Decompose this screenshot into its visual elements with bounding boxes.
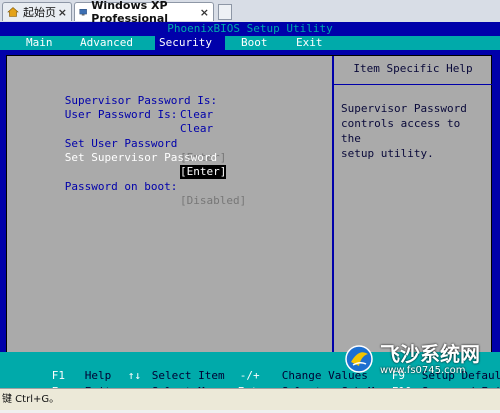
help-header-divider (334, 84, 492, 85)
set-supervisor-password-label: Set Supervisor Password (64, 151, 218, 164)
supervisor-status-value: Clear (180, 108, 214, 121)
user-status-value: Clear (180, 122, 214, 135)
settings-panel: Supervisor Password Is: Clear User Passw… (6, 55, 492, 370)
vm-icon (79, 9, 87, 16)
tab-windows-xp[interactable]: Windows XP Professional × (74, 0, 214, 25)
password-on-boot-label: Password on boot: (64, 180, 178, 193)
new-tab-button[interactable] (218, 4, 232, 20)
user-status-label: User Password Is: (64, 108, 178, 121)
menu-boot[interactable]: Boot (237, 36, 272, 50)
bios-menubar: Main Advanced Security Boot Exit (0, 36, 500, 50)
watermark: 飞沙系统网 www.fs0745.com (344, 336, 494, 382)
watermark-url: www.fs0745.com (380, 364, 466, 376)
browser-tab-bar: 起始页 × Windows XP Professional × (0, 0, 500, 25)
home-icon (7, 7, 19, 17)
menu-security[interactable]: Security (155, 36, 225, 50)
menu-exit[interactable]: Exit (292, 36, 327, 50)
close-icon[interactable]: × (200, 6, 209, 19)
menu-advanced[interactable]: Advanced (76, 36, 137, 50)
panel-divider (332, 56, 334, 369)
password-on-boot-row[interactable]: Password on boot: [Disabled] (25, 166, 246, 222)
set-supervisor-password-value[interactable]: [Enter] (180, 165, 227, 179)
help-text: Supervisor Password controls access to t… (341, 102, 467, 160)
tab-start-page[interactable]: 起始页 × (2, 2, 72, 21)
password-on-boot-value[interactable]: [Disabled] (180, 194, 246, 208)
close-icon[interactable]: × (58, 6, 67, 19)
bios-screen: PhoenixBIOS Setup Utility Main Advanced … (0, 22, 500, 398)
status-bar: 键 Ctrl+G。 (0, 388, 500, 410)
watermark-name: 飞沙系统网 (380, 341, 480, 366)
bios-title: PhoenixBIOS Setup Utility (0, 22, 500, 36)
help-title: Item Specific Help (353, 62, 473, 75)
watermark-logo-icon (345, 345, 373, 373)
menu-main[interactable]: Main (22, 36, 57, 50)
status-text: 键 Ctrl+G。 (2, 394, 60, 405)
tab-label: 起始页 (23, 6, 56, 19)
